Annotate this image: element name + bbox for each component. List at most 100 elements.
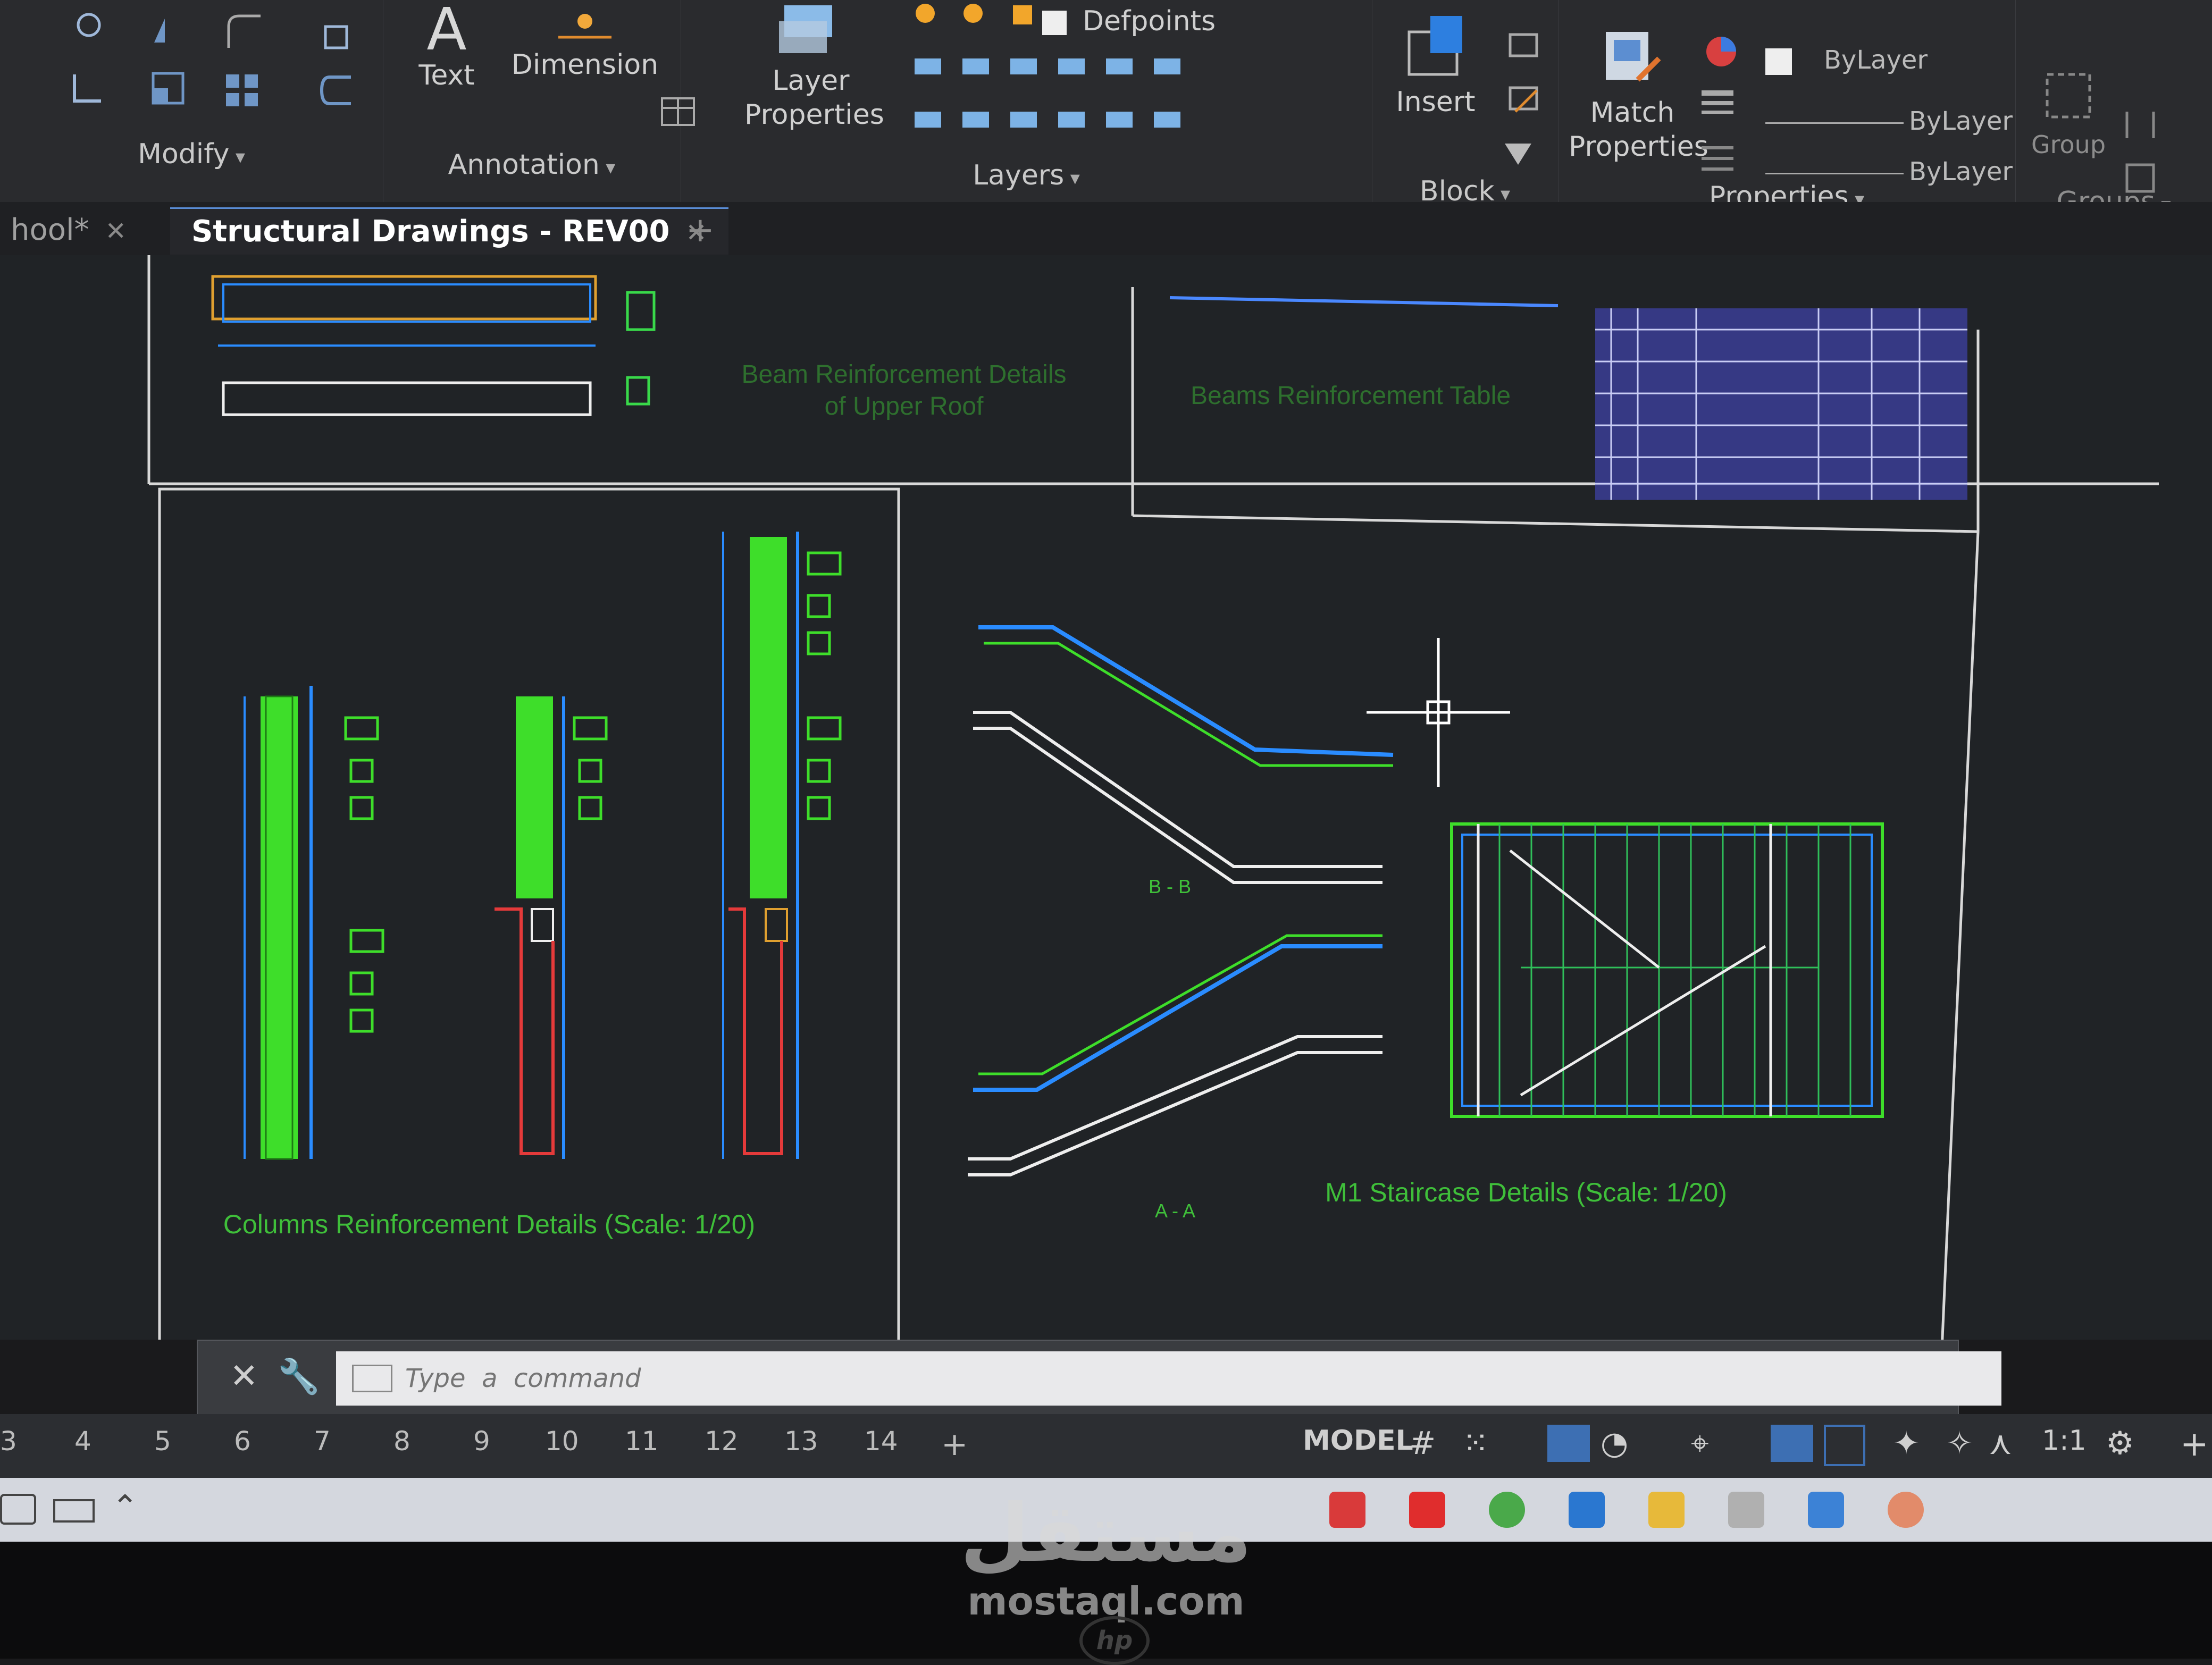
- layout-tab[interactable]: 11: [625, 1426, 659, 1457]
- annotation-scale-value[interactable]: 1:1: [2042, 1425, 2087, 1457]
- ribbon: Modify A Text Dimension Annotation Layer…: [0, 0, 2212, 218]
- lineweight-toggle-icon[interactable]: [1771, 1425, 1813, 1462]
- annotation-visibility-icon[interactable]: ✦: [1893, 1425, 1920, 1462]
- dimension-icon: [500, 0, 670, 48]
- linetype-value: ByLayer: [1909, 106, 2013, 136]
- scale-icon[interactable]: [149, 69, 188, 108]
- color-dropdown[interactable]: ByLayer: [1765, 45, 1928, 75]
- group-button-label: Group: [2031, 130, 2106, 159]
- mirror-icon[interactable]: [149, 11, 188, 50]
- text-button[interactable]: A Text: [404, 0, 489, 93]
- fillet-icon[interactable]: [223, 11, 263, 50]
- transparency-icon[interactable]: [1824, 1425, 1865, 1466]
- create-block-icon[interactable]: [1505, 27, 1544, 66]
- layout-tab[interactable]: 3: [0, 1426, 17, 1457]
- ungroup-icon[interactable]: [2122, 106, 2161, 146]
- staircase-section-bb: [973, 625, 1394, 884]
- drawing-canvas[interactable]: Beam Reinforcement Details of Upper Roof…: [0, 255, 2212, 1340]
- column-detail-3: [722, 532, 842, 1159]
- offset-icon[interactable]: [319, 72, 358, 111]
- osnap-icon[interactable]: ⌖: [1691, 1425, 1709, 1462]
- polar-icon[interactable]: ◔: [1601, 1425, 1628, 1462]
- insert-button-label: Insert: [1396, 86, 1476, 118]
- close-icon[interactable]: ✕: [105, 216, 127, 246]
- annotation-panel: A Text Dimension Annotation: [383, 0, 695, 202]
- column-detail-2: [495, 696, 608, 1159]
- layer-state-icons: [904, 0, 1063, 39]
- layout-tab[interactable]: 5: [154, 1426, 171, 1457]
- ortho-icon[interactable]: [1547, 1425, 1590, 1462]
- hp-logo: hp: [1079, 1616, 1150, 1665]
- edit-block-icon[interactable]: [1505, 80, 1544, 119]
- layout-tab[interactable]: 4: [74, 1426, 91, 1457]
- layer-properties-icon: [744, 0, 877, 64]
- modify-panel: Modify: [0, 0, 383, 202]
- move-icon[interactable]: [69, 5, 108, 45]
- layout-tab[interactable]: 8: [393, 1426, 410, 1457]
- layers-label[interactable]: Layers: [840, 159, 1212, 191]
- stretch-icon[interactable]: [69, 69, 108, 108]
- lineweight-icon: [1699, 85, 1738, 124]
- layout-tab[interactable]: 10: [545, 1426, 579, 1457]
- layout-tab[interactable]: 12: [705, 1426, 739, 1457]
- new-tab-button[interactable]: +: [665, 207, 736, 253]
- layout-tab[interactable]: 6: [234, 1426, 251, 1457]
- match-properties-button[interactable]: Match Properties: [1569, 27, 1708, 164]
- staircase-title: M1 Staircase Details (Scale: 1/20): [1325, 1178, 1727, 1207]
- layout-tab[interactable]: 7: [314, 1426, 331, 1457]
- layer-properties-label-1: Layer: [772, 65, 850, 97]
- current-layer-name: Defpoints: [1083, 5, 1216, 37]
- tab-structural-drawings-label: Structural Drawings - REV00: [191, 214, 670, 249]
- columns-title: Columns Reinforcement Details (Scale: 1/…: [223, 1209, 755, 1239]
- modify-label[interactable]: Modify: [0, 138, 383, 170]
- tab-previous-file[interactable]: hool* ✕: [0, 207, 148, 253]
- beam-drawing: [211, 275, 656, 416]
- linetype-line: [1765, 122, 1904, 124]
- beams-reinforcement-table: [1595, 308, 1967, 500]
- grid-icon[interactable]: #: [1409, 1425, 1436, 1462]
- column-detail-1: [244, 686, 384, 1160]
- layer-color-swatch: [1042, 11, 1067, 35]
- section-aa-label: A - A: [1155, 1200, 1195, 1222]
- properties-panel: Match Properties ByLayer ByLayer ByLayer…: [1558, 0, 2016, 213]
- section-bb-label: B - B: [1149, 876, 1191, 897]
- layer-properties-label-2: Properties: [744, 99, 884, 131]
- color-swatch: [1765, 48, 1792, 75]
- lineweight-line: [1765, 172, 1904, 174]
- command-input[interactable]: [336, 1351, 2001, 1406]
- add-layout-button[interactable]: +: [941, 1426, 968, 1463]
- dimension-button[interactable]: Dimension: [500, 0, 670, 82]
- command-history-icon[interactable]: [352, 1365, 392, 1392]
- linetype-dropdown[interactable]: ByLayer: [1765, 106, 2013, 136]
- annotation-scale-icon[interactable]: ⋏: [1989, 1425, 2012, 1462]
- watermark-arabic: مستقل: [960, 1487, 1252, 1580]
- layout-tab[interactable]: 14: [864, 1426, 898, 1457]
- annotation-label[interactable]: Annotation: [383, 149, 681, 181]
- model-space-button[interactable]: MODEL: [1303, 1425, 1413, 1457]
- customize-wrench-icon[interactable]: 🔧: [278, 1357, 320, 1397]
- close-command-icon[interactable]: ✕: [230, 1357, 258, 1396]
- explode-icon[interactable]: [319, 16, 358, 55]
- tab-structural-drawings[interactable]: Structural Drawings - REV00 ✕: [170, 207, 728, 255]
- snap-icon[interactable]: ⁙: [1462, 1425, 1489, 1462]
- block-attribute-icon[interactable]: [1499, 136, 1539, 175]
- group-icon: [2026, 64, 2111, 128]
- workspace-gear-icon[interactable]: ⚙: [2106, 1425, 2134, 1462]
- layout-tab[interactable]: 13: [784, 1426, 818, 1457]
- layer-properties-button[interactable]: Layer Properties: [744, 0, 884, 132]
- status-bar: 3 4 5 6 7 8 9 10 11 12 13 14 + MODEL # ⁙…: [0, 1414, 2212, 1478]
- staircase-plan: [1450, 822, 1884, 1118]
- match-properties-label-1: Match: [1590, 97, 1675, 129]
- annotation-autoscale-icon[interactable]: ✧: [1946, 1425, 1973, 1462]
- watermark: مستقل mostaql.com: [0, 1489, 2212, 1624]
- customization-plus-icon[interactable]: +: [2180, 1425, 2209, 1464]
- file-tab-bar: hool* ✕ Structural Drawings - REV00 ✕ +: [0, 202, 2212, 255]
- color-value: ByLayer: [1824, 45, 1928, 75]
- beams-table-caption: Beams Reinforcement Table: [1191, 382, 1511, 410]
- group-button[interactable]: Group: [2026, 64, 2111, 162]
- array-icon[interactable]: [223, 72, 263, 111]
- current-layer-dropdown[interactable]: Defpoints: [1042, 5, 1216, 37]
- linetype-icon: [1699, 141, 1738, 180]
- layout-tab[interactable]: 9: [473, 1426, 490, 1457]
- insert-button[interactable]: Insert: [1382, 11, 1489, 119]
